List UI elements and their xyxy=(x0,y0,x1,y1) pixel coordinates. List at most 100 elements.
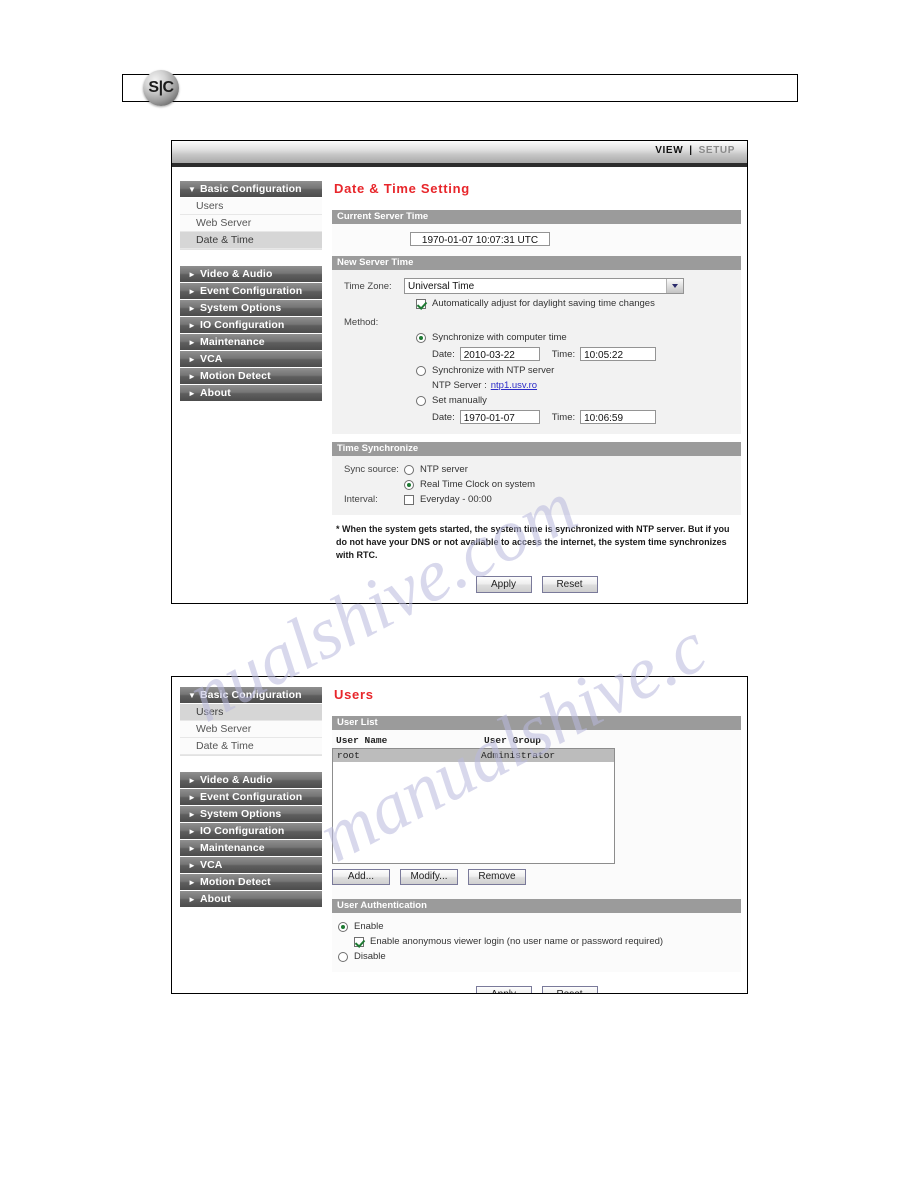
radio-sync-computer-time[interactable] xyxy=(416,332,426,343)
user-list-box[interactable]: root Administrator xyxy=(332,748,615,864)
radio-auth-disable[interactable] xyxy=(338,951,348,962)
chevron-right-icon: ► xyxy=(188,844,197,853)
chevron-down-icon[interactable] xyxy=(666,279,683,293)
new-server-time-body: Time Zone: Universal Time Automatically … xyxy=(332,270,741,434)
radio-auth-enable[interactable] xyxy=(338,921,348,932)
set-manually-label: Set manually xyxy=(432,395,487,406)
dst-checkbox[interactable] xyxy=(416,298,426,309)
sidebar-group-label: About xyxy=(200,893,231,905)
ntp-server-link[interactable]: ntp1.usv.ro xyxy=(491,380,537,391)
chevron-right-icon: ► xyxy=(188,287,197,296)
sidebar-group-vca[interactable]: ► VCA xyxy=(180,351,322,368)
sidebar-item-date-time[interactable]: Date & Time xyxy=(180,232,322,249)
sidebar-group-label: About xyxy=(200,387,231,399)
view-link[interactable]: VIEW xyxy=(655,145,683,156)
sidebar-group-label: System Options xyxy=(200,808,282,820)
radio-sync-ntp-server[interactable] xyxy=(416,365,426,376)
sidebar-group-io-configuration[interactable]: ► IO Configuration xyxy=(180,317,322,334)
sidebar-group-system-options[interactable]: ► System Options xyxy=(180,300,322,317)
apply-button[interactable]: Apply xyxy=(475,576,532,594)
sidebar-nav-datetime: ▼ Basic Configuration Users Web Server Da… xyxy=(180,181,322,593)
apply-button[interactable]: Apply xyxy=(475,986,532,993)
topbar-links: VIEW | SETUP xyxy=(655,145,735,156)
sidebar-group-basic-configuration[interactable]: ▼ Basic Configuration xyxy=(180,181,322,198)
anonymous-login-checkbox[interactable] xyxy=(354,936,364,947)
brand-logo: S|C xyxy=(143,70,179,106)
method-label: Method: xyxy=(344,317,379,328)
section-header-user-authentication: User Authentication xyxy=(332,899,741,913)
sidebar-item-users[interactable]: Users xyxy=(180,704,322,721)
sidebar-item-web-server[interactable]: Web Server xyxy=(180,215,322,232)
reset-button[interactable]: Reset xyxy=(541,576,598,594)
manual-date-label: Date: xyxy=(432,411,455,423)
column-header-user-group: User Group xyxy=(484,735,542,746)
setup-link[interactable]: SETUP xyxy=(699,145,735,156)
chevron-right-icon: ► xyxy=(188,895,197,904)
sidebar-group-maintenance[interactable]: ► Maintenance xyxy=(180,840,322,857)
dst-label: Automatically adjust for daylight saving… xyxy=(432,298,655,309)
datetime-content: Date & Time Setting Current Server Time … xyxy=(332,181,741,594)
chevron-right-icon: ► xyxy=(188,827,197,836)
anonymous-login-label: Enable anonymous viewer login (no user n… xyxy=(370,936,664,947)
remove-user-button[interactable]: Remove xyxy=(468,869,526,885)
radio-sync-source-ntp[interactable] xyxy=(404,464,414,475)
app-topbar: VIEW | SETUP xyxy=(172,141,747,167)
sidebar-nav-users: ▼ Basic Configuration Users Web Server Da… xyxy=(180,687,322,993)
radio-set-manually[interactable] xyxy=(416,395,426,406)
auth-enable-label: Enable xyxy=(354,921,384,932)
page-title: Date & Time Setting xyxy=(334,181,470,196)
table-row[interactable]: root Administrator xyxy=(333,749,614,762)
reset-button[interactable]: Reset xyxy=(541,986,598,993)
sidebar-item-users[interactable]: Users xyxy=(180,198,322,215)
sidebar-group-label: Motion Detect xyxy=(200,370,271,382)
date-time-setting-panel: VIEW | SETUP ▼ Basic Configuration Users We… xyxy=(171,140,748,604)
manual-date-input[interactable]: 1970-01-07 xyxy=(459,410,540,424)
sidebar-group-label: Motion Detect xyxy=(200,876,271,888)
sidebar-group-io-configuration[interactable]: ► IO Configuration xyxy=(180,823,322,840)
sidebar-group-label: Basic Configuration xyxy=(200,183,302,195)
interval-label: Interval: xyxy=(344,494,378,505)
sidebar-group-system-options[interactable]: ► System Options xyxy=(180,806,322,823)
sidebar-item-web-server[interactable]: Web Server xyxy=(180,721,322,738)
sidebar-group-motion-detect[interactable]: ► Motion Detect xyxy=(180,874,322,891)
sync-source-label: Sync source: xyxy=(344,464,399,475)
sync-source-rtc-label: Real Time Clock on system xyxy=(420,479,536,490)
section-header-user-list: User List xyxy=(332,716,741,730)
sidebar-group-event-configuration[interactable]: ► Event Configuration xyxy=(180,283,322,300)
datetime-note: * When the system gets started, the syst… xyxy=(336,524,730,561)
sidebar-group-label: Maintenance xyxy=(200,842,265,854)
computer-time-label: Time: xyxy=(551,348,576,360)
auth-disable-label: Disable xyxy=(354,951,386,962)
interval-checkbox[interactable] xyxy=(404,494,414,505)
sync-source-ntp-label: NTP server xyxy=(420,464,468,475)
sidebar-group-label: VCA xyxy=(200,859,223,871)
cell-user-group: Administrator xyxy=(481,750,556,761)
radio-sync-source-rtc[interactable] xyxy=(404,479,414,490)
sidebar-group-vca[interactable]: ► VCA xyxy=(180,857,322,874)
manual-time-input[interactable]: 10:06:59 xyxy=(580,410,657,424)
computer-time-input[interactable]: 10:05:22 xyxy=(580,347,657,361)
computer-date-input[interactable]: 2010-03-22 xyxy=(459,347,540,361)
timezone-select[interactable]: Universal Time xyxy=(404,278,684,294)
cell-user-name: root xyxy=(337,750,360,761)
sidebar-group-video-audio[interactable]: ► Video & Audio xyxy=(180,266,322,283)
sidebar-group-event-configuration[interactable]: ► Event Configuration xyxy=(180,789,322,806)
sidebar-group-about[interactable]: ► About xyxy=(180,891,322,908)
datetime-button-bar: Apply Reset xyxy=(332,562,741,594)
users-button-bar: Apply Reset xyxy=(332,972,741,993)
sidebar-group-maintenance[interactable]: ► Maintenance xyxy=(180,334,322,351)
modify-user-button[interactable]: Modify... xyxy=(400,869,458,885)
chevron-right-icon: ► xyxy=(188,338,197,347)
sidebar-group-label: Event Configuration xyxy=(200,791,303,803)
user-list-header: User Name User Group xyxy=(332,732,741,748)
sidebar-group-motion-detect[interactable]: ► Motion Detect xyxy=(180,368,322,385)
chevron-right-icon: ► xyxy=(188,776,197,785)
sidebar-group-basic-configuration[interactable]: ▼ Basic Configuration xyxy=(180,687,322,704)
sidebar-group-video-audio[interactable]: ► Video & Audio xyxy=(180,772,322,789)
sidebar-item-date-time[interactable]: Date & Time xyxy=(180,738,322,755)
sidebar-group-about[interactable]: ► About xyxy=(180,385,322,402)
add-user-button[interactable]: Add... xyxy=(332,869,390,885)
sync-ntp-server-label: Synchronize with NTP server xyxy=(432,365,555,376)
